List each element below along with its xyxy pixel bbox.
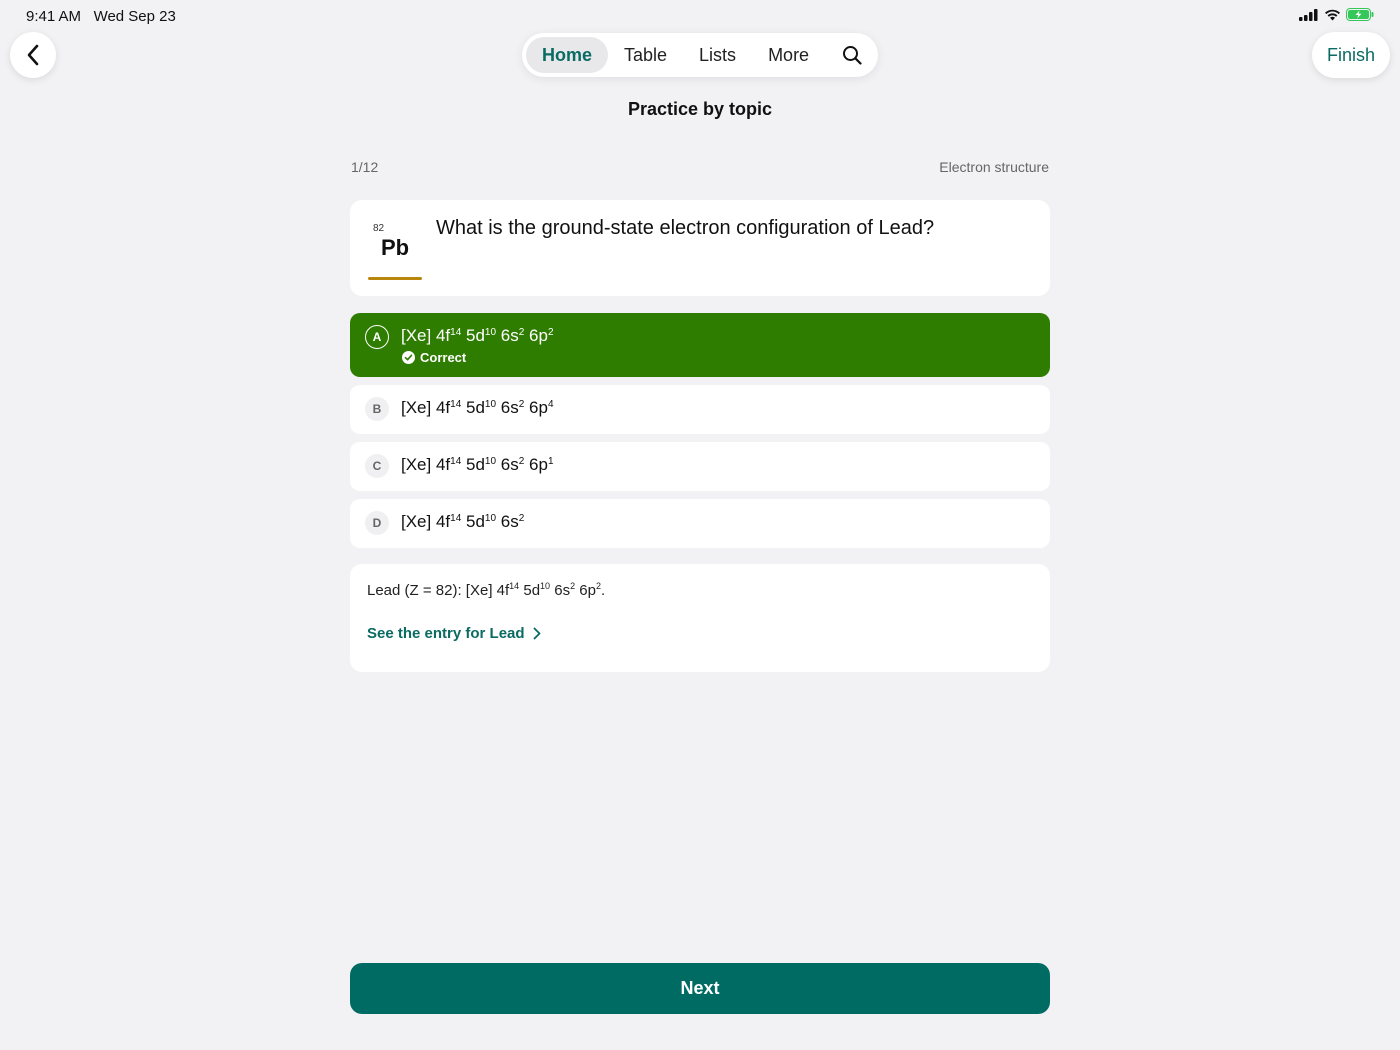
- option-letter: B: [365, 397, 389, 421]
- correct-badge: Correct: [402, 350, 466, 365]
- answer-option-a[interactable]: A [Xe] 4f14 5d10 6s2 6p2 Correct: [350, 313, 1050, 377]
- chevron-left-icon: [27, 44, 39, 66]
- time-label: 9:41 AM: [26, 8, 82, 25]
- date-label: Wed Sep 23: [93, 8, 176, 25]
- option-text: [Xe] 4f14 5d10 6s2: [401, 512, 525, 531]
- search-button[interactable]: [830, 37, 874, 73]
- page-title: Practice by topic: [627, 99, 773, 119]
- status-bar: 9:41 AM Wed Sep 23: [0, 0, 1400, 32]
- explanation-text: Lead (Z = 82): [Xe] 4f14 5d10 6s2 6p2.: [367, 581, 606, 599]
- option-text: [Xe] 4f14 5d10 6s2 6p4: [401, 398, 554, 417]
- cellular-signal-icon: [1299, 8, 1318, 21]
- tab-table[interactable]: Table: [608, 37, 683, 73]
- checkmark-circle-icon: [402, 351, 415, 364]
- option-letter: C: [365, 454, 389, 478]
- element-tile: 82 Pb: [368, 218, 422, 280]
- chevron-right-icon: [533, 627, 540, 640]
- question-text: What is the ground-state electron config…: [436, 217, 935, 239]
- battery-charging-icon: [1346, 8, 1374, 21]
- next-button[interactable]: Next: [350, 963, 1050, 1014]
- tab-home[interactable]: Home: [526, 37, 609, 73]
- finish-button[interactable]: Finish: [1312, 32, 1390, 78]
- wifi-icon: [1325, 9, 1340, 21]
- status-icons: [1299, 8, 1374, 21]
- element-symbol: Pb: [381, 235, 410, 260]
- option-text: [Xe] 4f14 5d10 6s2 6p1: [401, 455, 554, 474]
- tab-lists[interactable]: Lists: [683, 37, 752, 73]
- search-icon: [843, 46, 862, 65]
- explanation-card: Lead (Z = 82): [Xe] 4f14 5d10 6s2 6p2. S…: [350, 564, 1050, 672]
- see-entry-link[interactable]: See the entry for Lead: [367, 625, 541, 642]
- answer-option-c[interactable]: C [Xe] 4f14 5d10 6s2 6p1: [350, 442, 1050, 491]
- answer-option-b[interactable]: B [Xe] 4f14 5d10 6s2 6p4: [350, 385, 1050, 434]
- option-letter: D: [365, 511, 389, 535]
- correct-label: Correct: [420, 350, 467, 365]
- element-category-bar: [368, 277, 422, 280]
- element-atomic-number: 82: [373, 223, 385, 234]
- back-button[interactable]: [10, 32, 56, 78]
- topic-label: Electron structure: [939, 159, 1049, 175]
- tab-bar: Home Table Lists More: [522, 33, 878, 77]
- question-progress: 1/12: [351, 159, 379, 175]
- answer-option-d[interactable]: D [Xe] 4f14 5d10 6s2: [350, 499, 1050, 548]
- question-card: 82 Pb What is the ground-state electron …: [350, 200, 1050, 296]
- status-time: 9:41 AM Wed Sep 23: [26, 8, 176, 25]
- see-entry-label: See the entry for Lead: [367, 625, 525, 642]
- tab-more[interactable]: More: [752, 37, 825, 73]
- option-letter: A: [365, 325, 389, 349]
- option-text: [Xe] 4f14 5d10 6s2 6p2: [401, 326, 554, 345]
